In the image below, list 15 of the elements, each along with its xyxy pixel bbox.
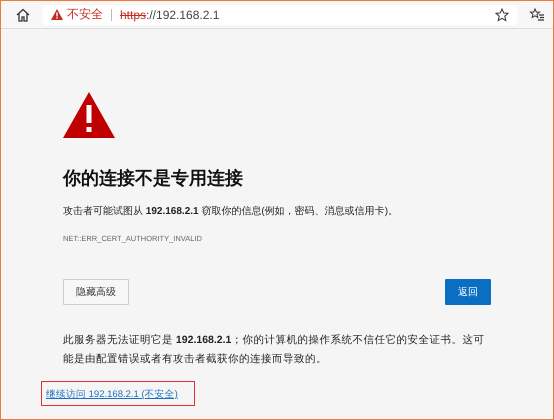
- url-scheme: https: [120, 8, 146, 22]
- hide-advanced-button[interactable]: 隐藏高级: [63, 279, 129, 305]
- page-title: 你的连接不是专用连接: [63, 167, 244, 190]
- url-text: ://192.168.2.1: [146, 8, 220, 22]
- favorites-icon[interactable]: [529, 6, 545, 22]
- address-bar[interactable]: 不安全 https://192.168.2.1: [43, 4, 517, 24]
- home-icon[interactable]: [15, 6, 31, 22]
- security-label[interactable]: 不安全: [67, 6, 103, 23]
- description-text: 攻击者可能试图从 192.168.2.1 窃取你的信息(例如，密码、消息或信用卡)。: [63, 204, 400, 218]
- warning-icon: [51, 9, 63, 20]
- star-icon[interactable]: [495, 8, 509, 22]
- details-text: 此服务器无法证明它是 192.168.2.1；你的计算机的操作系统不信任它的安全证书。这可能是由配置错误或者有攻击者截获你的连接而导致的。: [63, 333, 486, 367]
- warning-icon: [63, 92, 115, 138]
- proceed-link[interactable]: 继续访问 192.168.2.1 (不安全): [46, 389, 178, 400]
- back-button[interactable]: 返回: [445, 279, 491, 305]
